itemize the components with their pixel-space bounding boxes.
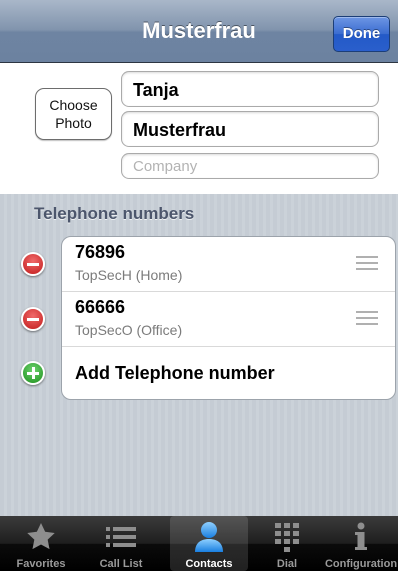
telephone-list: 76896 TopSecH (Home) 66666 TopSecO (Offi… (61, 236, 396, 400)
person-icon (170, 520, 248, 554)
add-phone-button-icon[interactable] (21, 361, 45, 385)
tab-label: Configuration (324, 558, 398, 570)
reorder-handle-icon[interactable] (356, 311, 378, 327)
tab-bar: Favorites Call List Contacts Dial Config… (0, 516, 398, 571)
phone-label: TopSecH (Home) (75, 267, 183, 283)
contact-header: Choose Photo Tanja Musterfrau Company (0, 63, 398, 194)
info-icon (322, 520, 398, 554)
delete-phone-2-button[interactable] (21, 307, 45, 331)
phone-row[interactable]: 76896 TopSecH (Home) (62, 237, 395, 292)
done-button[interactable]: Done (333, 16, 390, 52)
phone-number: 66666 (75, 297, 126, 317)
choose-photo-button[interactable]: Choose Photo (35, 88, 112, 140)
add-phone-label: Add Telephone number (75, 363, 275, 383)
company-field[interactable]: Company (121, 153, 379, 179)
phone-label: TopSecO (Office) (75, 322, 183, 338)
tab-label: Contacts (185, 558, 233, 570)
first-name-field[interactable]: Tanja (121, 71, 379, 107)
tab-configuration[interactable]: Configuration (322, 516, 398, 571)
list-icon (82, 520, 160, 554)
tab-label: Call List (99, 558, 143, 570)
phone-number: 76896 (75, 242, 126, 262)
section-header: Telephone numbers (34, 204, 195, 223)
keypad-icon (248, 520, 326, 554)
navigation-bar: Musterfrau Done (0, 0, 398, 63)
last-name-field[interactable]: Musterfrau (121, 111, 379, 147)
tab-dial[interactable]: Dial (248, 516, 326, 571)
choose-photo-label-line2: Photo (55, 115, 92, 131)
tab-label: Dial (276, 558, 298, 570)
tab-favorites[interactable]: Favorites (2, 516, 80, 571)
reorder-handle-icon[interactable] (356, 256, 378, 272)
choose-photo-label-line1: Choose (49, 97, 98, 113)
telephone-section: Telephone numbers 76896 TopSecH (Home) 6… (0, 194, 398, 516)
phone-row[interactable]: 66666 TopSecO (Office) (62, 292, 395, 347)
tab-label: Favorites (16, 558, 66, 570)
add-phone-row[interactable]: Add Telephone number (62, 347, 395, 399)
tab-contacts[interactable]: Contacts (170, 516, 248, 571)
star-icon (2, 520, 80, 554)
tab-call-list[interactable]: Call List (82, 516, 160, 571)
delete-phone-1-button[interactable] (21, 252, 45, 276)
